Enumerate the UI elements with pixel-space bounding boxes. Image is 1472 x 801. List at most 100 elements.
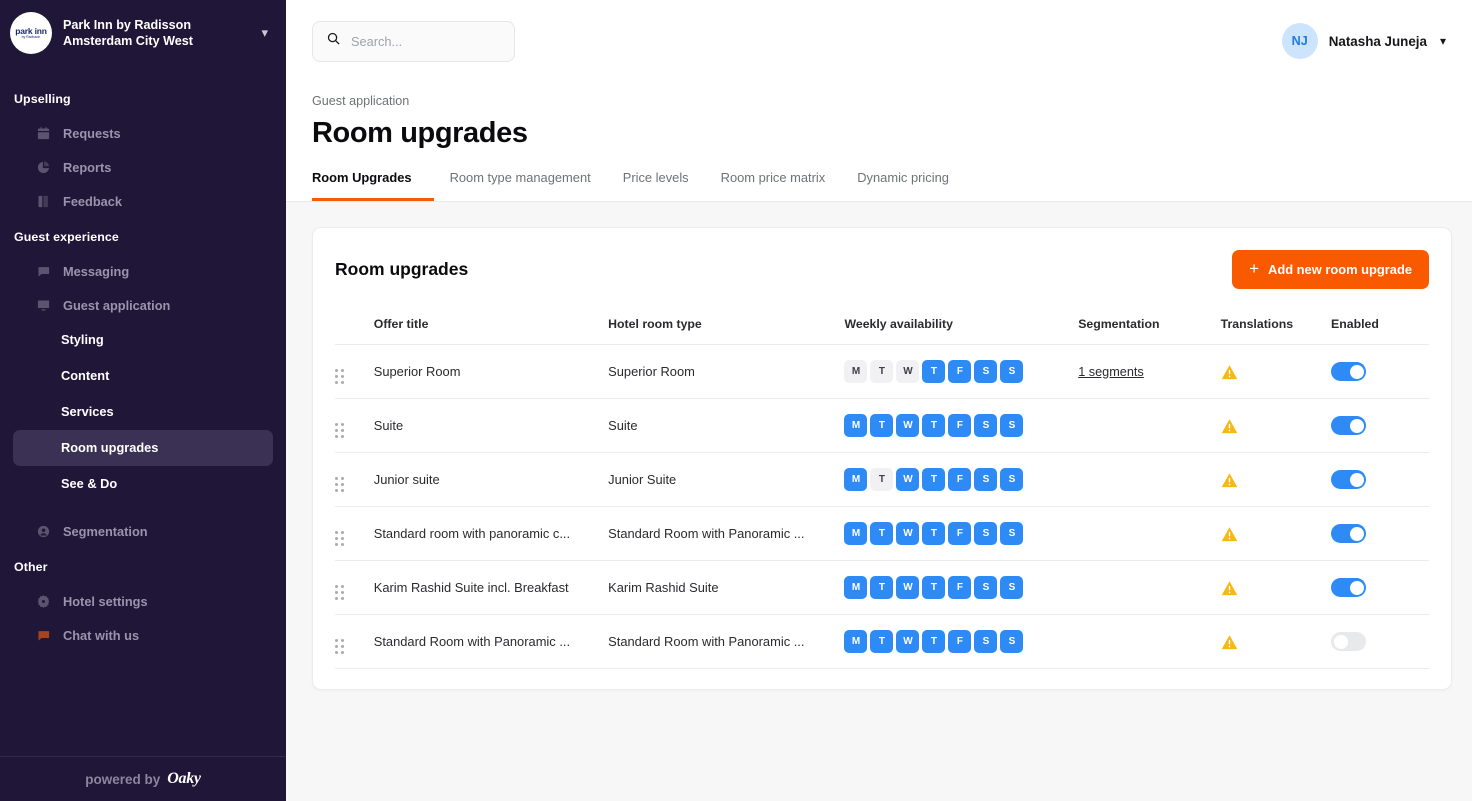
- drag-handle-icon[interactable]: [335, 585, 344, 600]
- day-toggle-0[interactable]: M: [844, 522, 868, 545]
- sidebar-item-feedback[interactable]: Feedback: [13, 184, 273, 218]
- day-toggle-2[interactable]: W: [896, 414, 920, 437]
- day-toggle-3[interactable]: T: [922, 360, 946, 383]
- day-toggle-5[interactable]: S: [974, 468, 998, 491]
- day-toggle-2[interactable]: W: [896, 576, 920, 599]
- warning-icon[interactable]: [1221, 418, 1238, 434]
- enabled-toggle[interactable]: [1331, 524, 1367, 543]
- day-toggle-5[interactable]: S: [974, 630, 998, 653]
- cell-drag-handle[interactable]: [335, 560, 374, 615]
- day-toggle-1[interactable]: T: [870, 576, 894, 599]
- day-toggle-6[interactable]: S: [1000, 576, 1024, 599]
- sidebar-item-guest-application[interactable]: Guest application: [13, 288, 273, 322]
- day-toggle-6[interactable]: S: [1000, 468, 1024, 491]
- enabled-toggle[interactable]: [1331, 578, 1367, 597]
- day-toggle-1[interactable]: T: [870, 522, 894, 545]
- enabled-toggle[interactable]: [1331, 470, 1367, 489]
- day-toggle-4[interactable]: F: [948, 522, 972, 545]
- chevron-down-icon[interactable]: ▾: [1440, 34, 1446, 48]
- day-toggle-0[interactable]: M: [844, 414, 868, 437]
- tab-price-levels[interactable]: Price levels: [607, 170, 705, 201]
- day-toggle-4[interactable]: F: [948, 630, 972, 653]
- day-toggle-1[interactable]: T: [870, 414, 894, 437]
- day-toggle-4[interactable]: F: [948, 360, 972, 383]
- search-input[interactable]: [351, 33, 501, 49]
- sidebar-item-requests[interactable]: Requests: [13, 116, 273, 150]
- day-toggle-1[interactable]: T: [870, 630, 894, 653]
- cell-drag-handle[interactable]: [335, 614, 374, 669]
- sidebar-item-services[interactable]: Services: [13, 394, 273, 430]
- table-row[interactable]: Suite Suite M T W T F S S: [335, 398, 1429, 453]
- drag-handle-icon[interactable]: [335, 477, 344, 492]
- table-row[interactable]: Standard room with panoramic c... Standar…: [335, 506, 1429, 561]
- day-toggle-4[interactable]: F: [948, 576, 972, 599]
- sidebar-item-content[interactable]: Content: [13, 358, 273, 394]
- day-toggle-2[interactable]: W: [896, 630, 920, 653]
- sidebar-item-see-and-do[interactable]: See & Do: [13, 466, 273, 502]
- table-row[interactable]: Karim Rashid Suite incl. Breakfast Karim …: [335, 560, 1429, 615]
- sidebar-item-chat-with-us[interactable]: Chat with us: [13, 618, 273, 652]
- cell-drag-handle[interactable]: [335, 344, 374, 399]
- day-toggle-2[interactable]: W: [896, 522, 920, 545]
- chevron-down-icon[interactable]: ▾: [261, 25, 272, 41]
- day-toggle-3[interactable]: T: [922, 630, 946, 653]
- warning-icon[interactable]: [1221, 364, 1238, 380]
- enabled-toggle[interactable]: [1331, 632, 1367, 651]
- cell-hotel-room-type: Suite: [608, 398, 845, 453]
- tab-room-upgrades[interactable]: Room Upgrades: [312, 170, 434, 201]
- cell-drag-handle[interactable]: [335, 398, 374, 453]
- day-toggle-0[interactable]: M: [844, 576, 868, 599]
- tab-room-price-matrix[interactable]: Room price matrix: [705, 170, 842, 201]
- sidebar-item-reports[interactable]: Reports: [13, 150, 273, 184]
- table-row[interactable]: Junior suite Junior Suite M T W T F S S: [335, 452, 1429, 507]
- warning-icon[interactable]: [1221, 580, 1238, 596]
- day-toggle-4[interactable]: F: [948, 414, 972, 437]
- drag-handle-icon[interactable]: [335, 531, 344, 546]
- sidebar-item-segmentation[interactable]: Segmentation: [13, 514, 273, 548]
- segmentation-link[interactable]: 1 segments: [1078, 365, 1144, 379]
- tab-dynamic-pricing[interactable]: Dynamic pricing: [841, 170, 965, 201]
- enabled-toggle[interactable]: [1331, 416, 1367, 435]
- day-toggle-2[interactable]: W: [896, 360, 920, 383]
- day-toggle-5[interactable]: S: [974, 360, 998, 383]
- drag-handle-icon[interactable]: [335, 369, 344, 384]
- sidebar-item-styling[interactable]: Styling: [13, 322, 273, 358]
- day-toggle-3[interactable]: T: [922, 576, 946, 599]
- user-menu[interactable]: NJ Natasha Juneja ▾: [1281, 23, 1446, 59]
- tab-room-type-management[interactable]: Room type management: [434, 170, 607, 201]
- day-toggle-3[interactable]: T: [922, 522, 946, 545]
- day-toggle-2[interactable]: W: [896, 468, 920, 491]
- day-toggle-6[interactable]: S: [1000, 414, 1024, 437]
- day-toggle-0[interactable]: M: [844, 360, 868, 383]
- add-new-room-upgrade-button[interactable]: + Add new room upgrade: [1232, 250, 1429, 289]
- sidebar-item-room-upgrades[interactable]: Room upgrades: [13, 430, 273, 466]
- day-toggle-5[interactable]: S: [974, 414, 998, 437]
- warning-icon[interactable]: [1221, 472, 1238, 488]
- day-toggle-6[interactable]: S: [1000, 522, 1024, 545]
- hotel-switcher[interactable]: park inn by Radisson Park Inn by Radisso…: [0, 0, 286, 66]
- sidebar-item-messaging[interactable]: Messaging: [13, 254, 273, 288]
- day-toggle-0[interactable]: M: [844, 630, 868, 653]
- day-toggle-1[interactable]: T: [870, 468, 894, 491]
- day-toggle-5[interactable]: S: [974, 522, 998, 545]
- day-toggle-0[interactable]: M: [844, 468, 868, 491]
- sidebar-item-hotel-settings[interactable]: Hotel settings: [13, 584, 273, 618]
- drag-handle-icon[interactable]: [335, 423, 344, 438]
- cell-drag-handle[interactable]: [335, 506, 374, 561]
- search-box[interactable]: [312, 20, 515, 62]
- day-toggle-3[interactable]: T: [922, 414, 946, 437]
- table-row[interactable]: Standard Room with Panoramic ... Standard…: [335, 614, 1429, 669]
- day-toggle-3[interactable]: T: [922, 468, 946, 491]
- day-toggle-1[interactable]: T: [870, 360, 894, 383]
- warning-icon[interactable]: [1221, 634, 1238, 650]
- day-toggle-5[interactable]: S: [974, 576, 998, 599]
- day-toggle-6[interactable]: S: [1000, 360, 1024, 383]
- day-toggle-4[interactable]: F: [948, 468, 972, 491]
- table-row[interactable]: Superior Room Superior Room M T W T F S S 1 segme…: [335, 344, 1429, 399]
- enabled-toggle[interactable]: [1331, 362, 1367, 381]
- cell-drag-handle[interactable]: [335, 452, 374, 507]
- drag-handle-icon[interactable]: [335, 639, 344, 654]
- day-toggle-6[interactable]: S: [1000, 630, 1024, 653]
- avatar: NJ: [1281, 23, 1318, 59]
- warning-icon[interactable]: [1221, 526, 1238, 542]
